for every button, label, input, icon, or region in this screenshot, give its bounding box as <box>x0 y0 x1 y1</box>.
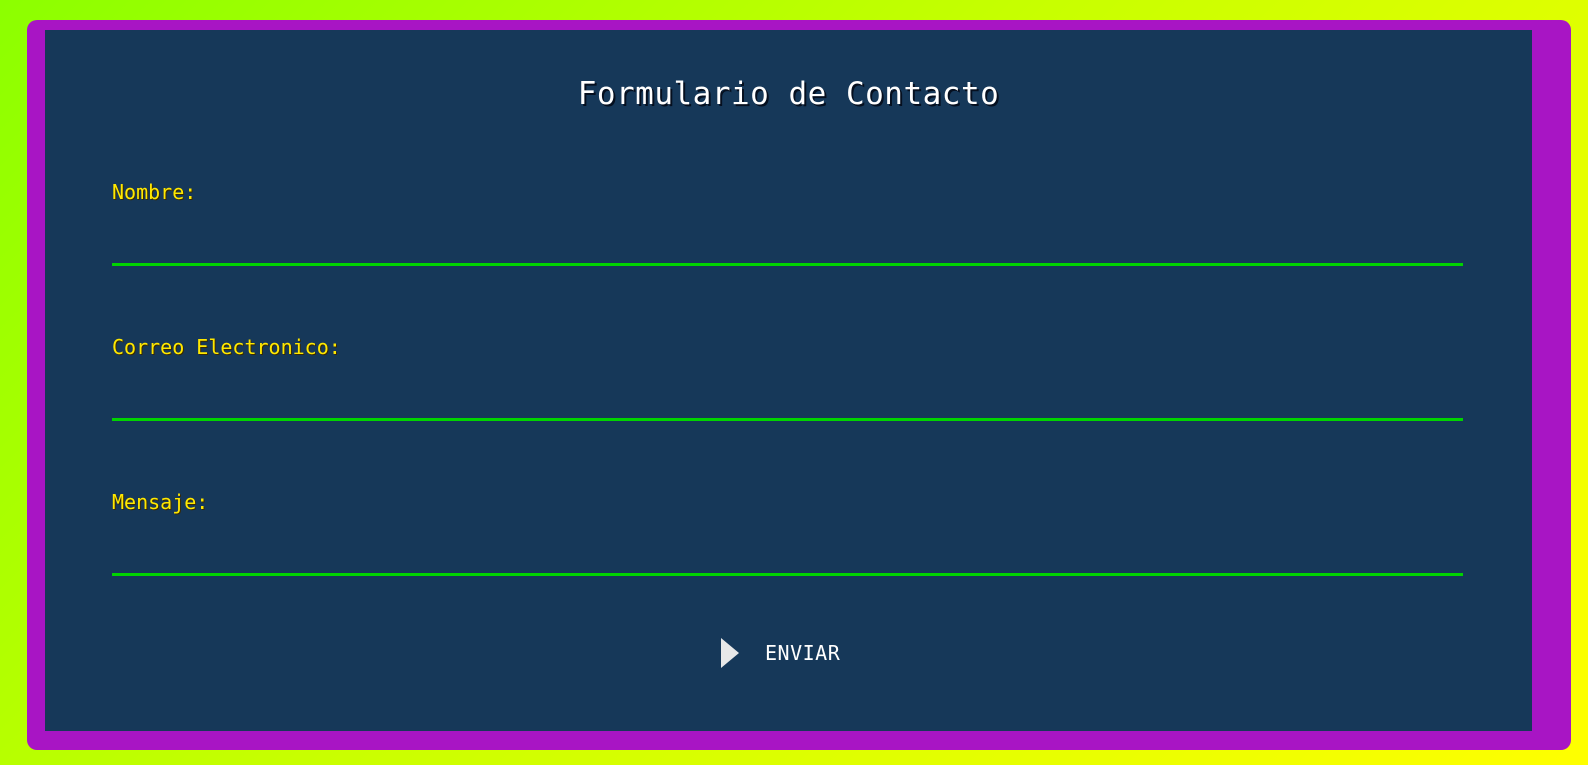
form-title: Formulario de Contacto <box>577 76 1000 112</box>
message-label: Mensaje: <box>112 490 209 514</box>
email-field-group: Correo Electronico: <box>112 335 1464 421</box>
submit-label: ENVIAR <box>765 641 841 665</box>
name-field-group: Nombre: <box>112 180 1464 266</box>
name-input[interactable] <box>112 220 1463 266</box>
email-label: Correo Electronico: <box>112 335 341 359</box>
contact-form-panel: Formulario de Contacto Nombre: Correo El… <box>45 30 1532 731</box>
submit-button[interactable]: ENVIAR <box>721 637 840 669</box>
name-label: Nombre: <box>112 180 197 204</box>
play-icon <box>721 638 739 668</box>
message-field-group: Mensaje: <box>112 490 1464 576</box>
message-input[interactable] <box>112 530 1463 576</box>
email-input[interactable] <box>112 375 1463 421</box>
form-frame: Formulario de Contacto Nombre: Correo El… <box>27 20 1571 750</box>
